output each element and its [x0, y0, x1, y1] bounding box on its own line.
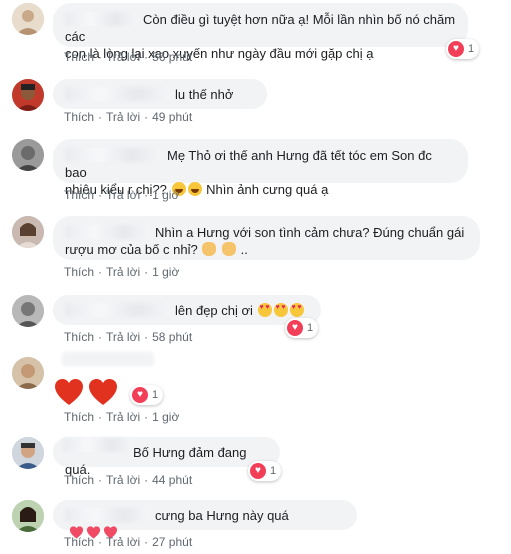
reply-button[interactable]: Trả lời [106, 264, 140, 280]
like-button[interactable]: Thích [64, 329, 94, 345]
comment-time[interactable]: 49 phút [152, 109, 192, 125]
heart-icon [53, 376, 85, 408]
separator: · [98, 188, 103, 202]
comment-text: cưng ba Hưng này quá [155, 508, 289, 523]
avatar[interactable] [12, 216, 44, 248]
commenter-name[interactable] [65, 87, 169, 101]
reaction-count: 1 [152, 389, 159, 401]
comment-text-suffix: Nhìn ảnh cưng quá ạ [206, 182, 329, 197]
comment-bubble: Bố Hưng đảm đang quá. [53, 437, 280, 477]
ok-hand-emoji-icon [221, 242, 236, 256]
reaction-badge[interactable]: 1 [446, 39, 480, 59]
comment-time[interactable]: 1 giờ [152, 187, 179, 203]
like-button[interactable]: Thích [64, 109, 94, 125]
comment-bubble: Mẹ Thỏ ơi thế anh Hưng đã tết tóc em Son… [53, 139, 468, 197]
avatar[interactable] [12, 3, 44, 35]
separator: · [144, 330, 149, 344]
comment-time[interactable]: 1 giờ [152, 264, 179, 280]
heart-eyes-emoji-icon [273, 303, 288, 317]
reply-button[interactable]: Trả lời [106, 49, 140, 65]
comment-bubble: cưng ba Hưng này quá [53, 500, 357, 539]
commenter-name[interactable] [65, 508, 149, 522]
reaction-count: 1 [468, 43, 475, 55]
reply-button[interactable]: Trả lời [106, 187, 140, 203]
reaction-count: 1 [307, 322, 314, 334]
separator: · [144, 473, 149, 487]
separator: · [98, 265, 103, 279]
love-reaction-icon [132, 387, 148, 403]
comment-time[interactable]: 27 phút [152, 534, 192, 550]
separator: · [144, 110, 149, 124]
reply-button[interactable]: Trả lời [106, 329, 140, 345]
reaction-badge[interactable]: 1 [130, 385, 164, 405]
separator: · [98, 410, 103, 424]
reaction-count: 1 [270, 465, 277, 477]
commenter-name[interactable] [65, 225, 149, 239]
like-button[interactable]: Thích [64, 534, 94, 550]
comment-bubble: Nhìn a Hưng với son tình cảm chưa? Đúng … [53, 216, 480, 260]
avatar[interactable] [12, 295, 44, 327]
comment-actions: Thích · Trả lời · 27 phút [64, 534, 192, 550]
separator: · [144, 410, 149, 424]
comment-actions: Thích · Trả lời · 44 phút [64, 472, 192, 488]
separator: · [98, 50, 103, 64]
comment-actions: Thích · Trả lời · 49 phút [64, 109, 192, 125]
reply-button[interactable]: Trả lời [106, 409, 140, 425]
comment-time[interactable]: 56 phút [152, 49, 192, 65]
avatar[interactable] [12, 79, 44, 111]
heart-eyes-emoji-icon [257, 303, 272, 317]
comment-bubble: lu thế nhở [53, 79, 267, 109]
like-button[interactable]: Thích [64, 264, 94, 280]
commenter-name[interactable] [62, 352, 154, 366]
separator: · [144, 535, 149, 549]
separator: · [98, 330, 103, 344]
reaction-badge[interactable]: 1 [248, 461, 282, 481]
heart-emoji-group [53, 376, 119, 408]
comment-text: lên đẹp chị ơi [175, 303, 253, 318]
like-button[interactable]: Thích [64, 49, 94, 65]
comment-actions: Thích · Trả lời · 1 giờ [64, 187, 179, 203]
avatar[interactable] [12, 139, 44, 171]
comment-actions: Thích · Trả lời · 1 giờ [64, 264, 179, 280]
separator: · [98, 110, 103, 124]
avatar[interactable] [12, 500, 44, 532]
comment-actions: Thích · Trả lời · 56 phút [64, 49, 192, 65]
reply-button[interactable]: Trả lời [106, 472, 140, 488]
comment-time[interactable]: 58 phút [152, 329, 192, 345]
love-reaction-icon [250, 463, 266, 479]
separator: · [144, 50, 149, 64]
avatar[interactable] [12, 357, 44, 389]
separator: · [144, 188, 149, 202]
separator: · [98, 535, 103, 549]
separator: · [98, 473, 103, 487]
comment-text: lu thế nhở [175, 87, 234, 102]
reply-button[interactable]: Trả lời [106, 534, 140, 550]
commenter-name[interactable] [65, 12, 137, 26]
reaction-badge[interactable]: 1 [285, 318, 319, 338]
commenter-name[interactable] [65, 303, 169, 317]
commenter-name[interactable] [65, 148, 161, 162]
love-reaction-icon [287, 320, 303, 336]
comment-time[interactable]: 44 phút [152, 472, 192, 488]
comment-bubble: Còn điều gì tuyệt hơn nữa ạ! Mỗi lần nhì… [53, 3, 468, 61]
like-button[interactable]: Thích [64, 187, 94, 203]
love-reaction-icon [448, 41, 464, 57]
comment-bubble: lên đẹp chị ơi [53, 295, 321, 325]
comment-time[interactable]: 1 giờ [152, 409, 179, 425]
heart-eyes-emoji-icon [289, 303, 304, 317]
ok-hand-emoji-icon [202, 242, 217, 256]
comment-actions: Thích · Trả lời · 58 phút [64, 329, 192, 345]
like-button[interactable]: Thích [64, 472, 94, 488]
separator: · [144, 265, 149, 279]
heart-icon [87, 376, 119, 408]
comment-actions: Thích · Trả lời · 1 giờ [64, 409, 179, 425]
reply-button[interactable]: Trả lời [106, 109, 140, 125]
commenter-name[interactable] [63, 438, 133, 452]
comment-text-trail: .. [240, 242, 248, 257]
like-button[interactable]: Thích [64, 409, 94, 425]
laughing-emoji-icon [187, 182, 202, 196]
avatar[interactable] [12, 437, 44, 469]
